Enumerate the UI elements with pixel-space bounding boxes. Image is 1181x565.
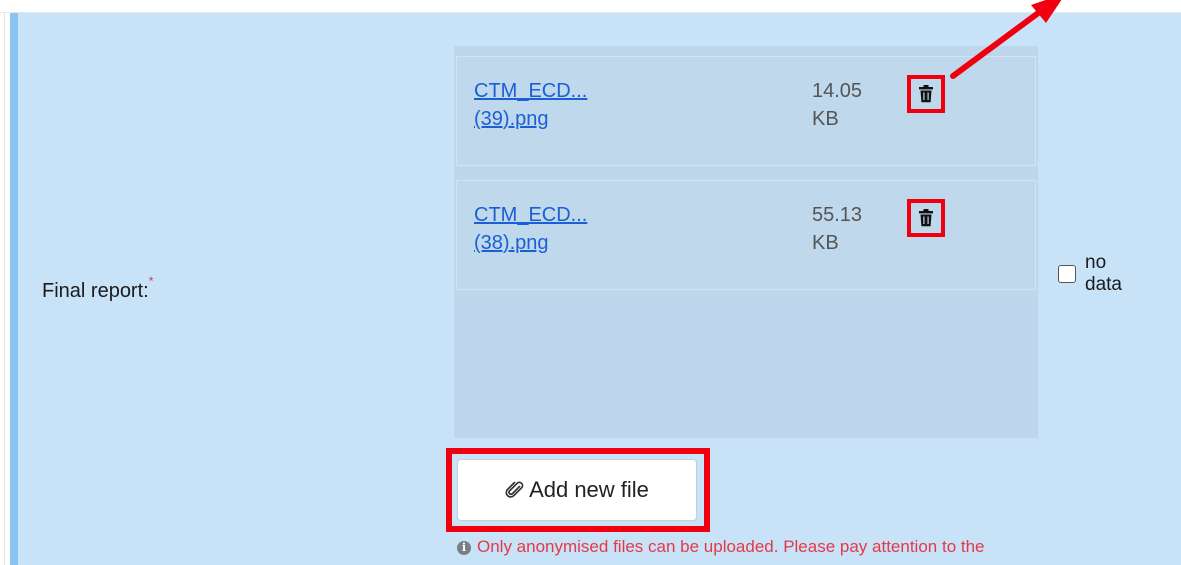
annotation-arrow <box>950 0 1062 79</box>
